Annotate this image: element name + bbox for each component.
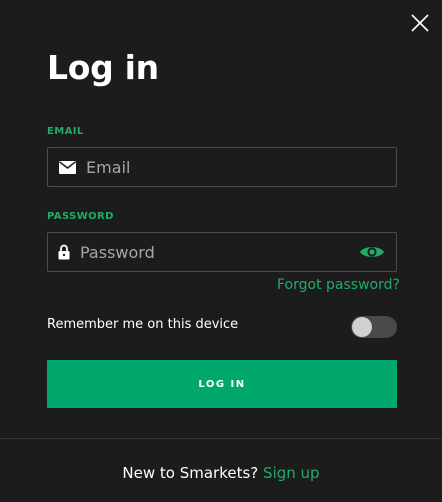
remember-me-toggle[interactable] (351, 316, 397, 338)
login-modal: Log in EMAIL PASSWORD For (0, 0, 442, 502)
email-input[interactable] (86, 148, 396, 186)
password-label: PASSWORD (47, 211, 114, 222)
eye-icon[interactable] (348, 244, 396, 260)
footer-divider (0, 438, 442, 439)
password-field-container (47, 232, 397, 272)
lock-icon (48, 244, 80, 260)
forgot-password-link[interactable]: Forgot password? (277, 277, 400, 293)
remember-me-label: Remember me on this device (47, 317, 239, 332)
password-input[interactable] (80, 233, 348, 271)
envelope-icon (48, 160, 86, 174)
email-field-container (47, 147, 397, 187)
page-title: Log in (47, 48, 159, 87)
login-button[interactable]: LOG IN (47, 360, 397, 408)
signup-link[interactable]: Sign up (263, 464, 320, 482)
signup-prompt: New to Smarkets? (122, 464, 259, 482)
close-button[interactable] (409, 12, 431, 34)
close-icon (411, 14, 429, 32)
signup-footer: New to Smarkets? Sign up (0, 464, 442, 482)
email-label: EMAIL (47, 126, 84, 137)
toggle-knob (352, 317, 372, 337)
